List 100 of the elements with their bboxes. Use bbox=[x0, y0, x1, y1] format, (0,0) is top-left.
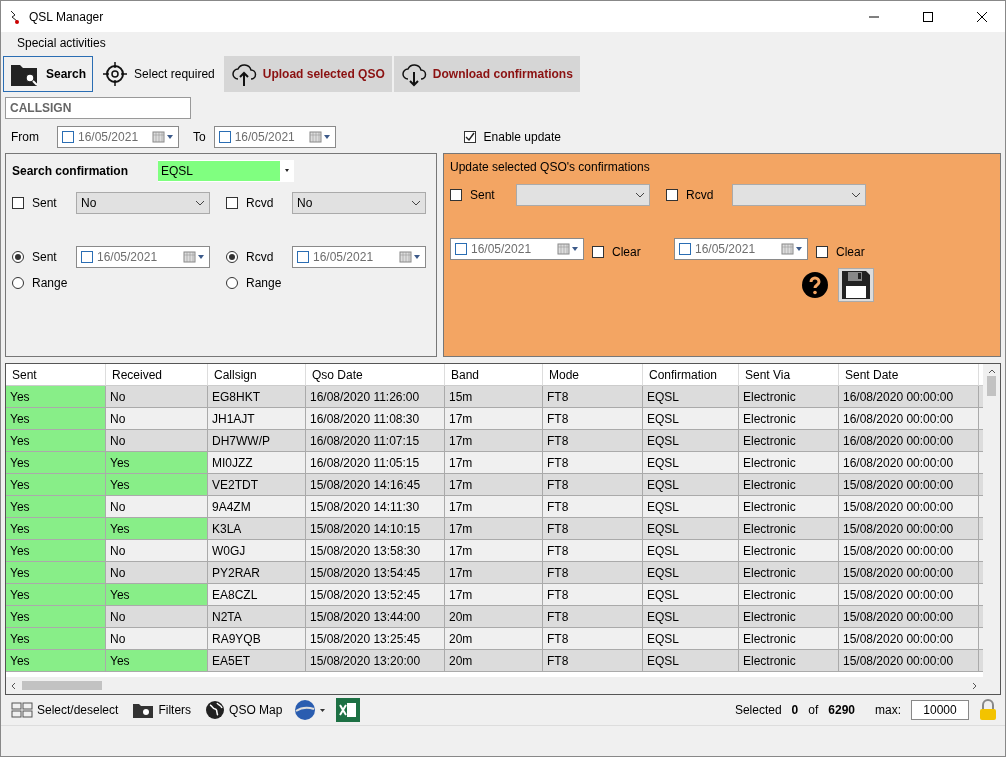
date-picker[interactable]: 16/05/2021 bbox=[213, 126, 336, 148]
table-cell: 15/08/2020 14:11:30 bbox=[306, 496, 445, 518]
column-header[interactable]: Band bbox=[445, 364, 543, 386]
table-cell: 17m bbox=[445, 430, 543, 452]
radio-button[interactable]: Range bbox=[226, 276, 292, 290]
checkbox[interactable]: Sent bbox=[12, 196, 76, 210]
table-cell: EQSL bbox=[643, 408, 739, 430]
radio-button[interactable]: Rcvd bbox=[226, 250, 292, 264]
scroll-right-icon[interactable] bbox=[970, 681, 978, 690]
table-cell: 17m bbox=[445, 474, 543, 496]
table-cell: Yes bbox=[6, 606, 106, 628]
of-label: of bbox=[808, 703, 819, 717]
column-header[interactable]: Callsign bbox=[208, 364, 306, 386]
checkbox[interactable]: Clear bbox=[592, 245, 666, 259]
date-checkbox[interactable] bbox=[81, 251, 93, 263]
radio-button[interactable]: Sent bbox=[12, 250, 76, 264]
checkbox[interactable]: Rcvd bbox=[226, 196, 292, 210]
date-picker[interactable]: 16/05/2021 bbox=[292, 246, 426, 268]
table-cell: Yes bbox=[106, 474, 208, 496]
table-cell: 16/08/2020 11:05:15 bbox=[306, 452, 445, 474]
calendar-icon bbox=[781, 243, 803, 255]
column-header[interactable]: Qso Date bbox=[306, 364, 445, 386]
earth-icon[interactable] bbox=[294, 699, 327, 721]
table-cell: 15/08/2020 00:00:00 bbox=[839, 496, 979, 518]
table-cell: EQSL bbox=[643, 650, 739, 672]
table-cell: 15/08/2020 14:10:15 bbox=[306, 518, 445, 540]
table-cell: FT8 bbox=[543, 408, 643, 430]
table-cell: 15/08/2020 13:44:00 bbox=[306, 606, 445, 628]
table-cell: 16/08/2020 00:00:00 bbox=[839, 386, 979, 408]
column-header[interactable]: Mode bbox=[543, 364, 643, 386]
table-cell: N2TA bbox=[208, 606, 306, 628]
date-checkbox[interactable] bbox=[455, 243, 467, 255]
table-cell: 16/08/2020 11:07:15 bbox=[306, 430, 445, 452]
table-cell: No bbox=[106, 386, 208, 408]
table-cell: FT8 bbox=[543, 430, 643, 452]
confirmation-dropdown[interactable]: EQSL bbox=[158, 160, 295, 182]
column-header[interactable]: Confirmation bbox=[643, 364, 739, 386]
table-cell: 17m bbox=[445, 584, 543, 606]
table-cell: Electronic bbox=[739, 430, 839, 452]
date-picker[interactable]: 16/05/2021 bbox=[76, 246, 210, 268]
callsign-field[interactable]: CALLSIGN bbox=[5, 97, 191, 119]
scroll-up-icon[interactable] bbox=[987, 368, 996, 374]
date-picker[interactable]: 16/05/2021 bbox=[674, 238, 808, 260]
checkbox[interactable]: Sent bbox=[450, 188, 516, 202]
scrollbar-thumb[interactable] bbox=[22, 681, 102, 690]
calendar-icon bbox=[152, 131, 174, 143]
toolbar-button[interactable]: Upload selected QSO bbox=[223, 56, 392, 92]
table-cell: FT8 bbox=[543, 650, 643, 672]
table-cell: Electronic bbox=[739, 496, 839, 518]
table-cell: 15/08/2020 00:00:00 bbox=[839, 606, 979, 628]
radio-button[interactable]: Range bbox=[12, 276, 76, 290]
table-cell: RA9YQB bbox=[208, 628, 306, 650]
column-header[interactable]: Sent Via bbox=[739, 364, 839, 386]
date-checkbox[interactable] bbox=[679, 243, 691, 255]
date-picker[interactable]: 16/05/2021 bbox=[450, 238, 584, 260]
table-cell: FT8 bbox=[543, 474, 643, 496]
column-header[interactable]: Sent bbox=[6, 364, 106, 386]
max-label: max: bbox=[875, 703, 901, 717]
table-cell: 15/08/2020 13:58:30 bbox=[306, 540, 445, 562]
scroll-left-icon[interactable] bbox=[10, 681, 18, 690]
toolbar-button[interactable]: Search bbox=[3, 56, 94, 92]
table-cell: No bbox=[106, 628, 208, 650]
table-cell: VE2TDT bbox=[208, 474, 306, 496]
table-cell: EQSL bbox=[643, 474, 739, 496]
date-checkbox[interactable] bbox=[297, 251, 309, 263]
date-checkbox[interactable] bbox=[218, 131, 231, 143]
checkbox[interactable]: Rcvd bbox=[666, 188, 732, 202]
column-header[interactable]: Received bbox=[106, 364, 208, 386]
sent-dropdown[interactable]: No bbox=[76, 192, 210, 214]
toolbar-button[interactable]: Download confirmations bbox=[393, 56, 580, 92]
toolbar-button[interactable]: QSO Map bbox=[203, 700, 285, 720]
rcvd-dropdown[interactable]: No bbox=[292, 192, 426, 214]
scrollbar-thumb[interactable] bbox=[987, 376, 996, 396]
table-cell: 15/08/2020 00:00:00 bbox=[839, 518, 979, 540]
to-label: To bbox=[193, 130, 206, 144]
calendar-icon bbox=[399, 251, 421, 263]
toolbar-button[interactable]: Select required bbox=[95, 56, 222, 92]
table-cell: EQSL bbox=[643, 496, 739, 518]
checkbox[interactable]: Clear bbox=[816, 245, 865, 259]
table-cell: 15/08/2020 00:00:00 bbox=[839, 474, 979, 496]
date-checkbox[interactable] bbox=[62, 131, 74, 143]
table-cell: Yes bbox=[6, 452, 106, 474]
maximize-icon bbox=[923, 11, 933, 22]
table-cell: FT8 bbox=[543, 584, 643, 606]
save-button[interactable] bbox=[838, 268, 874, 302]
table-cell: 20m bbox=[445, 628, 543, 650]
toolbar-button[interactable]: Filters bbox=[130, 701, 194, 719]
menu-item[interactable]: Special activities bbox=[9, 36, 114, 50]
spreadsheet-icon[interactable] bbox=[336, 698, 361, 722]
toolbar-button[interactable]: Select/deselect bbox=[9, 702, 121, 718]
table-cell: Electronic bbox=[739, 540, 839, 562]
caret-icon bbox=[411, 200, 421, 206]
help-icon[interactable] bbox=[802, 272, 828, 298]
max-field[interactable]: 10000 bbox=[911, 700, 969, 720]
table-cell: DH7WW/P bbox=[208, 430, 306, 452]
date-picker[interactable]: 16/05/2021 bbox=[57, 126, 179, 148]
column-header[interactable]: Sent Date bbox=[839, 364, 979, 386]
table-cell: Electronic bbox=[739, 386, 839, 408]
table-cell: No bbox=[106, 540, 208, 562]
checkbox[interactable]: Enable update bbox=[463, 130, 561, 144]
